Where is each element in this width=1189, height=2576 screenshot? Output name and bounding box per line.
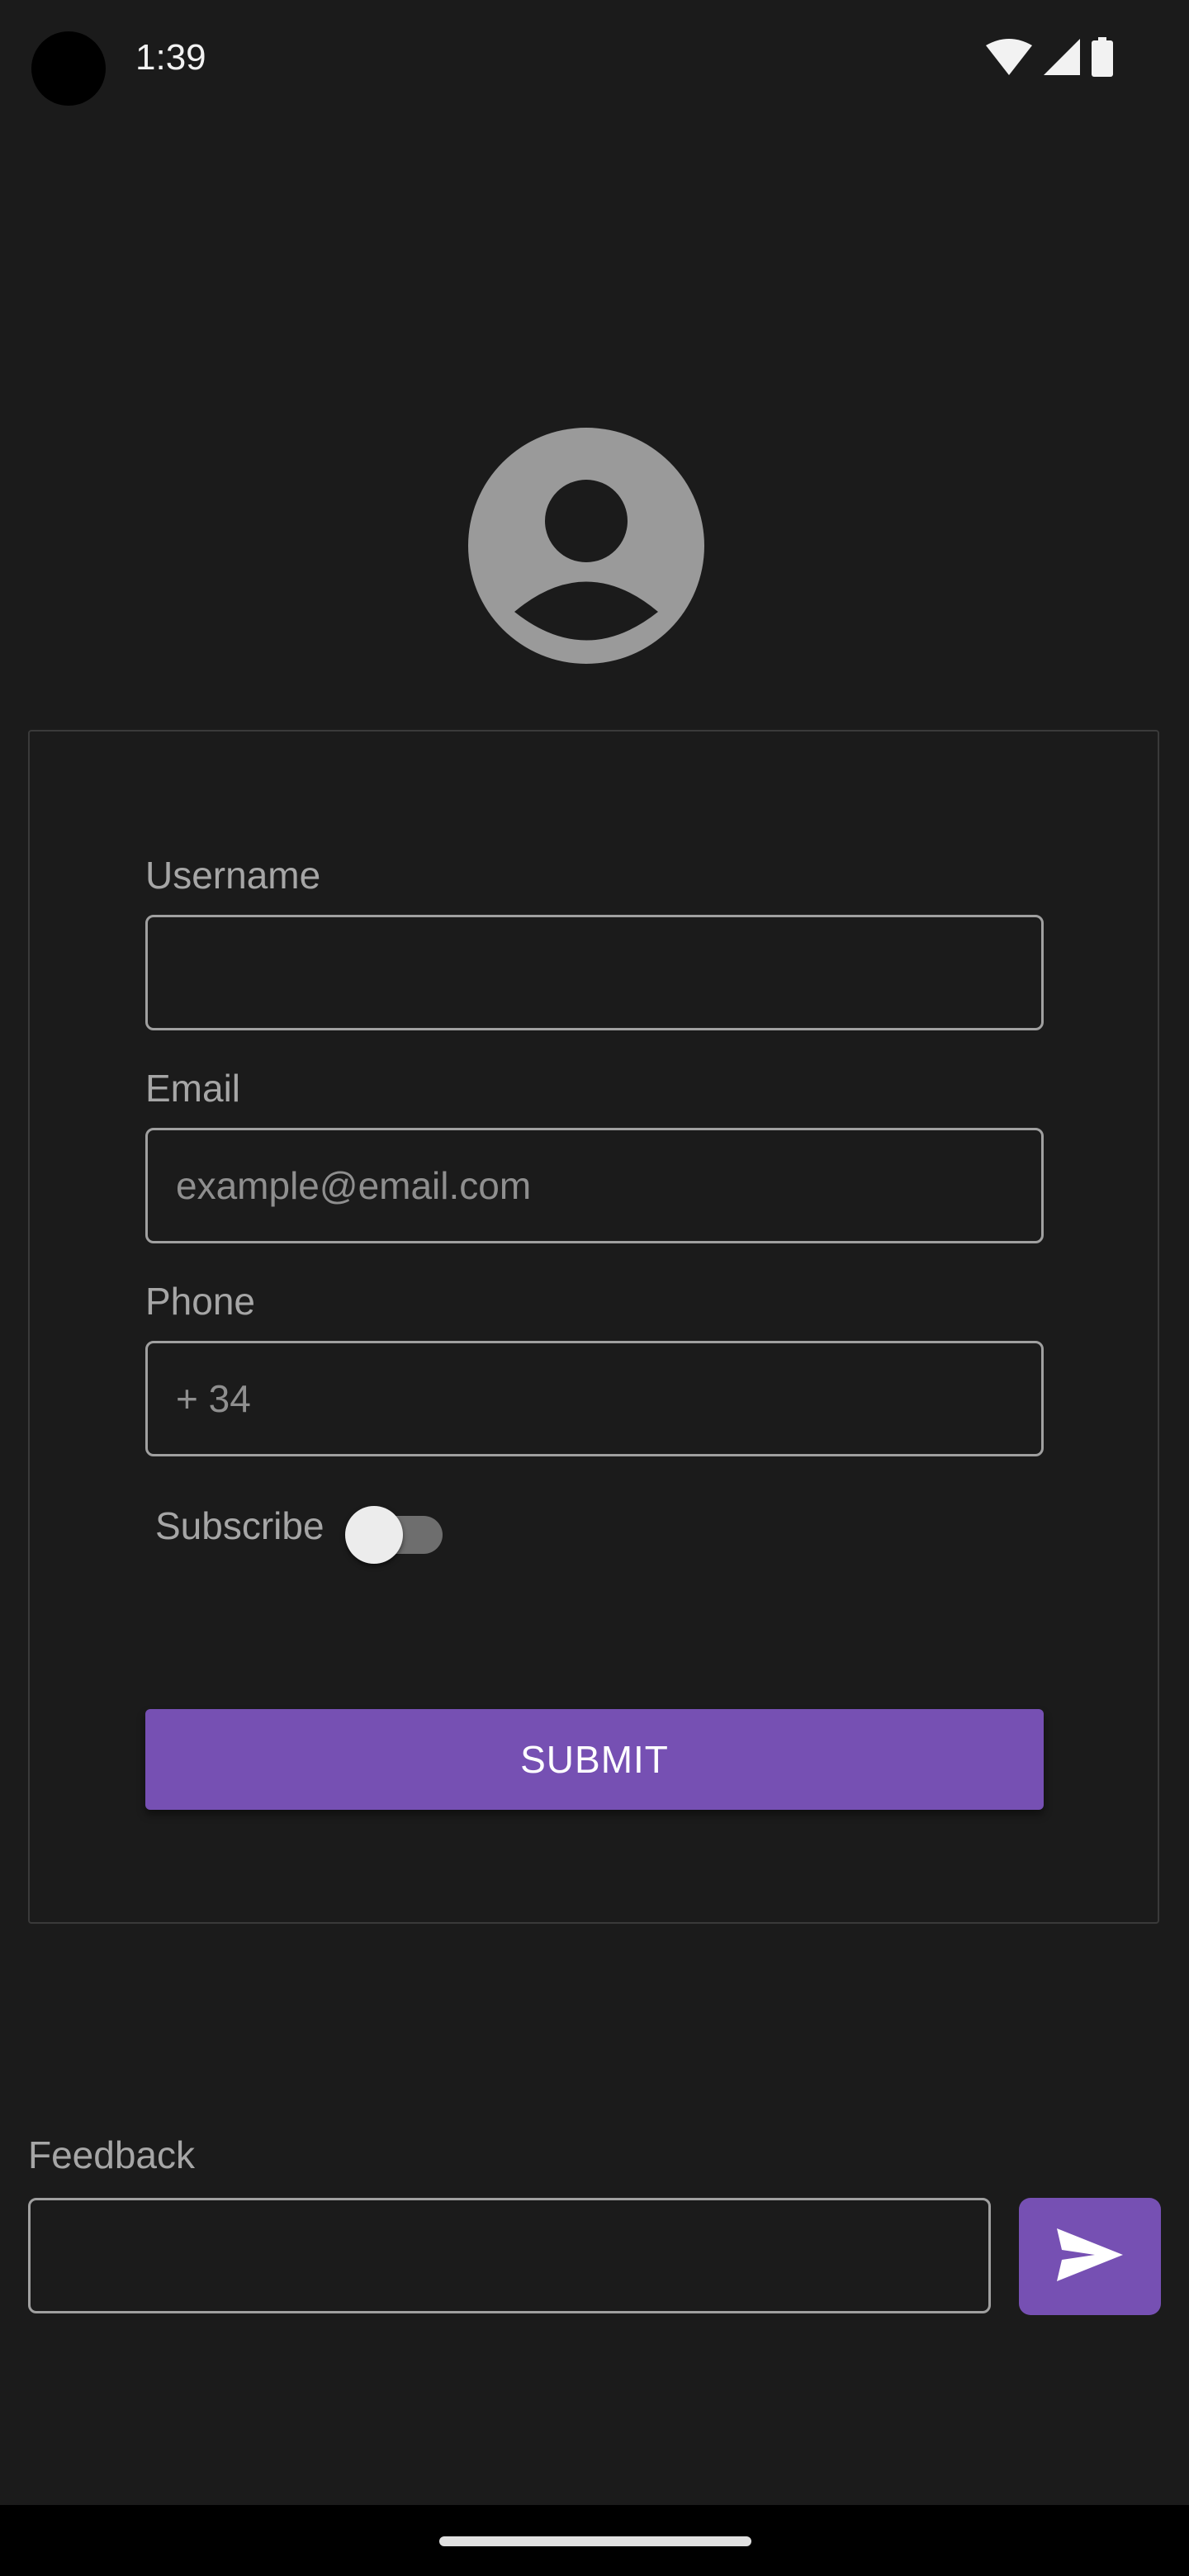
username-label: Username <box>145 854 321 897</box>
feedback-label: Feedback <box>28 2133 196 2176</box>
submit-button[interactable]: SUBMIT <box>145 1709 1044 1810</box>
email-label: Email <box>145 1067 241 1110</box>
phone-label: Phone <box>145 1280 256 1323</box>
status-icons <box>986 36 1113 78</box>
navigation-bar <box>0 2505 1189 2576</box>
battery-icon <box>1092 37 1113 77</box>
send-feedback-button[interactable] <box>1019 2198 1161 2315</box>
signal-icon <box>1044 39 1080 75</box>
toggle-thumb <box>345 1506 403 1564</box>
home-gesture-handle[interactable] <box>439 2536 751 2546</box>
account-circle-icon <box>468 428 704 664</box>
email-input[interactable]: example@email.com <box>145 1128 1044 1243</box>
phone-input[interactable]: + 34 <box>145 1341 1044 1456</box>
status-bar: 1:39 <box>0 0 1189 116</box>
wifi-icon <box>986 39 1032 75</box>
status-time: 1:39 <box>135 37 206 78</box>
subscribe-label: Subscribe <box>155 1504 324 1547</box>
send-icon <box>1057 2228 1123 2285</box>
username-input[interactable] <box>145 915 1044 1030</box>
phone-value: + 34 <box>176 1377 251 1420</box>
feedback-input[interactable] <box>28 2198 991 2313</box>
email-placeholder: example@email.com <box>176 1164 532 1207</box>
subscribe-toggle[interactable] <box>345 1496 443 1564</box>
camera-cutout <box>31 31 106 106</box>
